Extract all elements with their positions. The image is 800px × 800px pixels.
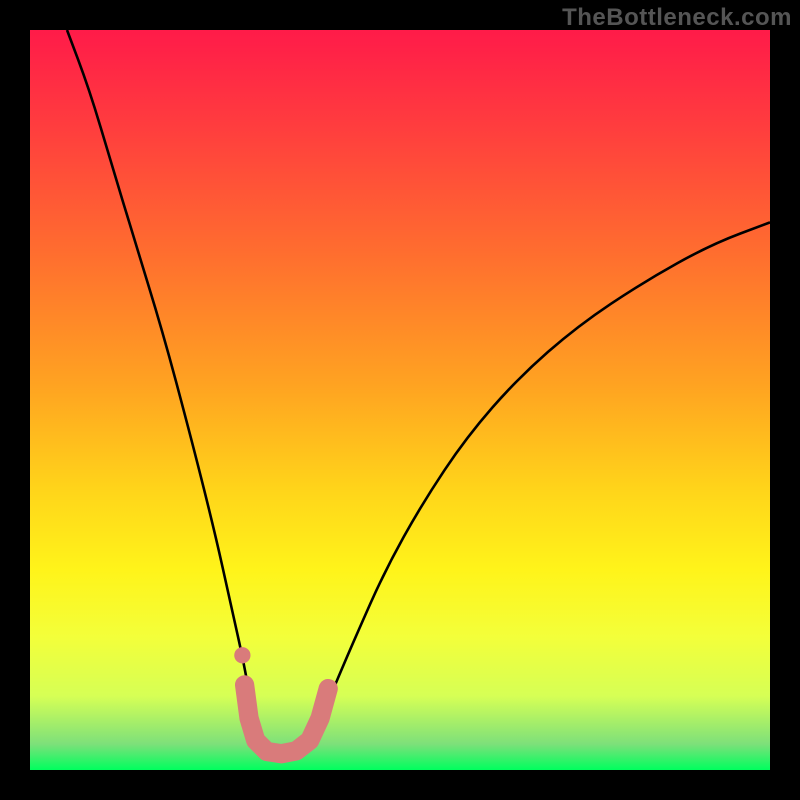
chart-frame: TheBottleneck.com	[0, 0, 800, 800]
watermark-text: TheBottleneck.com	[562, 4, 792, 32]
highlight-dot	[234, 647, 250, 663]
plot-background	[30, 30, 770, 770]
bottleneck-chart	[30, 30, 770, 770]
